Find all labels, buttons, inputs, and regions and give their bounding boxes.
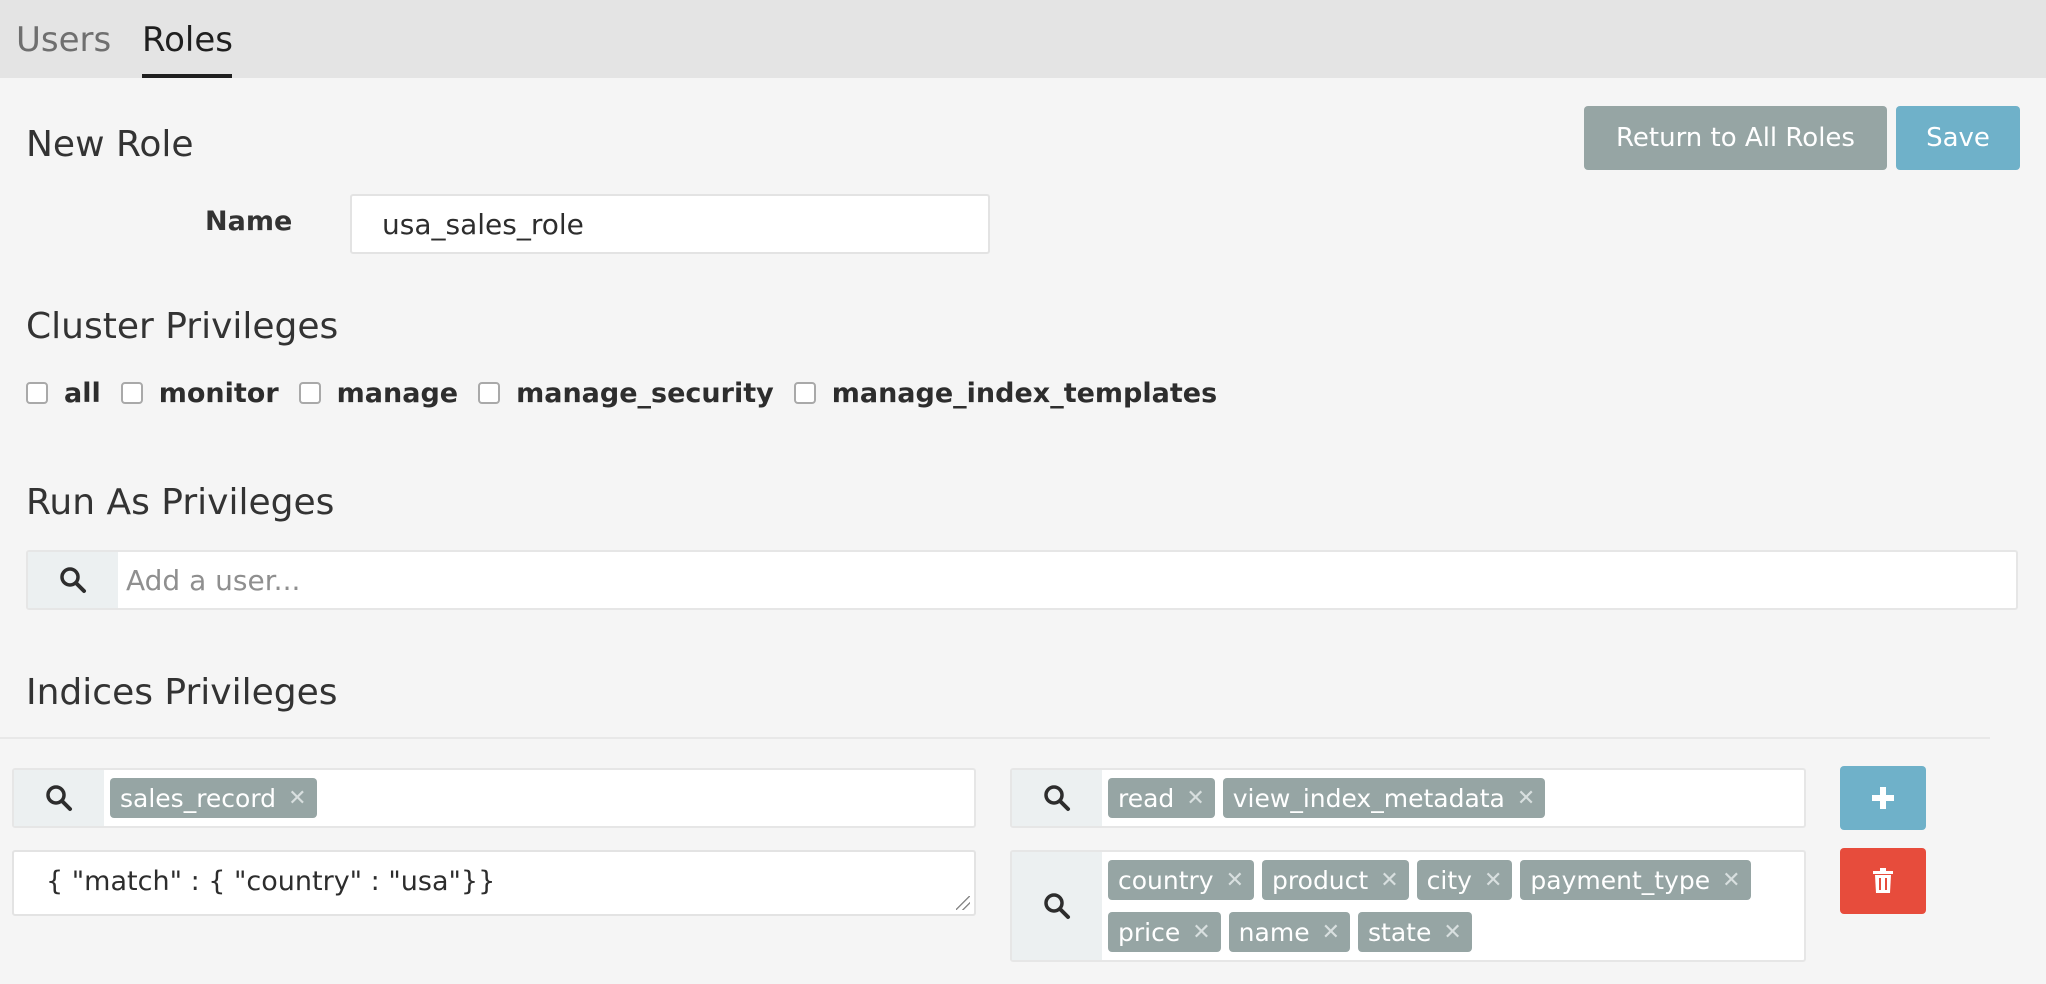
checkbox-manage[interactable] — [298, 382, 321, 404]
close-icon[interactable]: ✕ — [1380, 868, 1398, 893]
close-icon[interactable]: ✕ — [1443, 920, 1461, 945]
privilege-tag: view_index_metadata ✕ — [1222, 778, 1546, 818]
run-as-privileges-heading: Run As Privileges — [26, 482, 335, 523]
run-as-user-input[interactable]: Add a user... — [118, 552, 2016, 608]
tag-label: price — [1118, 917, 1181, 947]
close-icon[interactable]: ✕ — [1226, 868, 1244, 893]
close-icon[interactable]: ✕ — [1186, 786, 1204, 811]
page-title: New Role — [26, 124, 194, 165]
divider — [0, 737, 1990, 739]
fields-search-addon — [1012, 852, 1102, 960]
tag-label: read — [1118, 783, 1175, 813]
document-query-textarea[interactable]: { "match" : { "country" : "usa"}} — [12, 850, 976, 916]
index-names-field[interactable]: sales_record ✕ — [12, 768, 976, 828]
close-icon[interactable]: ✕ — [1722, 868, 1740, 893]
run-as-user-search[interactable]: Add a user... — [26, 550, 2018, 610]
index-tags: sales_record ✕ — [104, 770, 974, 826]
field-tag: name ✕ — [1228, 912, 1351, 952]
active-tab-indicator — [142, 74, 232, 78]
index-privileges-field[interactable]: read ✕ view_index_metadata ✕ — [1010, 768, 1806, 828]
field-tag: payment_type ✕ — [1520, 860, 1751, 900]
search-icon — [60, 567, 86, 593]
privilege-tags: read ✕ view_index_metadata ✕ — [1102, 770, 1804, 826]
tab-roles[interactable]: Roles — [142, 18, 233, 62]
field-tag: product ✕ — [1262, 860, 1409, 900]
checkbox-manage-index-templates[interactable] — [793, 382, 816, 404]
privileges-search-addon — [1012, 770, 1102, 826]
run-as-search-addon — [28, 552, 118, 608]
tag-label: name — [1238, 917, 1310, 947]
cluster-privileges-options: all monitor manage manage_security manag… — [26, 374, 1237, 412]
tag-label: payment_type — [1530, 865, 1711, 895]
search-icon — [46, 785, 72, 811]
trash-icon — [1873, 868, 1893, 893]
checkbox-label-manage: manage — [336, 377, 459, 409]
close-icon[interactable]: ✕ — [1322, 920, 1340, 945]
checkbox-label-monitor: monitor — [158, 377, 279, 409]
field-tag: city ✕ — [1416, 860, 1513, 900]
field-tag: country ✕ — [1108, 860, 1255, 900]
tag-label: city — [1426, 865, 1472, 895]
index-tag: sales_record ✕ — [110, 778, 317, 818]
save-button[interactable]: Save — [1896, 106, 2020, 170]
privilege-tag: read ✕ — [1108, 778, 1215, 818]
role-name-input[interactable]: usa_sales_role — [350, 194, 990, 254]
delete-index-privilege-button[interactable] — [1840, 848, 1926, 914]
resize-grip[interactable] — [956, 896, 970, 910]
indices-privileges-heading: Indices Privileges — [26, 672, 338, 713]
checkbox-manage-security[interactable] — [478, 382, 501, 404]
search-icon — [1044, 893, 1070, 919]
fields-field[interactable]: country ✕ product ✕ city ✕ payment_type ✕ pr… — [1010, 850, 1806, 962]
field-tags: country ✕ product ✕ city ✕ payment_type ✕ pr… — [1102, 852, 1804, 960]
close-icon[interactable]: ✕ — [1517, 786, 1535, 811]
close-icon[interactable]: ✕ — [1192, 920, 1210, 945]
tag-label: sales_record — [120, 783, 277, 813]
tag-label: product — [1272, 865, 1369, 895]
tag-label: country — [1118, 865, 1214, 895]
checkbox-monitor[interactable] — [120, 382, 143, 404]
add-index-privilege-button[interactable] — [1840, 766, 1926, 830]
return-to-all-roles-button[interactable]: Return to All Roles — [1584, 106, 1887, 170]
query-text: { "match" : { "country" : "usa"}} — [46, 866, 496, 897]
close-icon[interactable]: ✕ — [1484, 868, 1502, 893]
tag-label: state — [1368, 917, 1432, 947]
cluster-privileges-heading: Cluster Privileges — [26, 306, 339, 347]
name-label: Name — [205, 206, 293, 237]
checkbox-all[interactable] — [26, 382, 48, 404]
checkbox-label-manage-security: manage_security — [516, 377, 774, 409]
close-icon[interactable]: ✕ — [288, 786, 306, 811]
checkbox-label-all: all — [64, 377, 101, 409]
index-search-addon — [14, 770, 104, 826]
tag-label: view_index_metadata — [1232, 783, 1505, 813]
plus-icon — [1872, 787, 1894, 809]
field-tag: state ✕ — [1358, 912, 1472, 952]
tab-users[interactable]: Users — [16, 18, 111, 62]
search-icon — [1044, 785, 1070, 811]
field-tag: price ✕ — [1108, 912, 1221, 952]
checkbox-label-manage-index-templates: manage_index_templates — [831, 377, 1218, 409]
tab-bar: Users Roles — [0, 0, 2046, 78]
